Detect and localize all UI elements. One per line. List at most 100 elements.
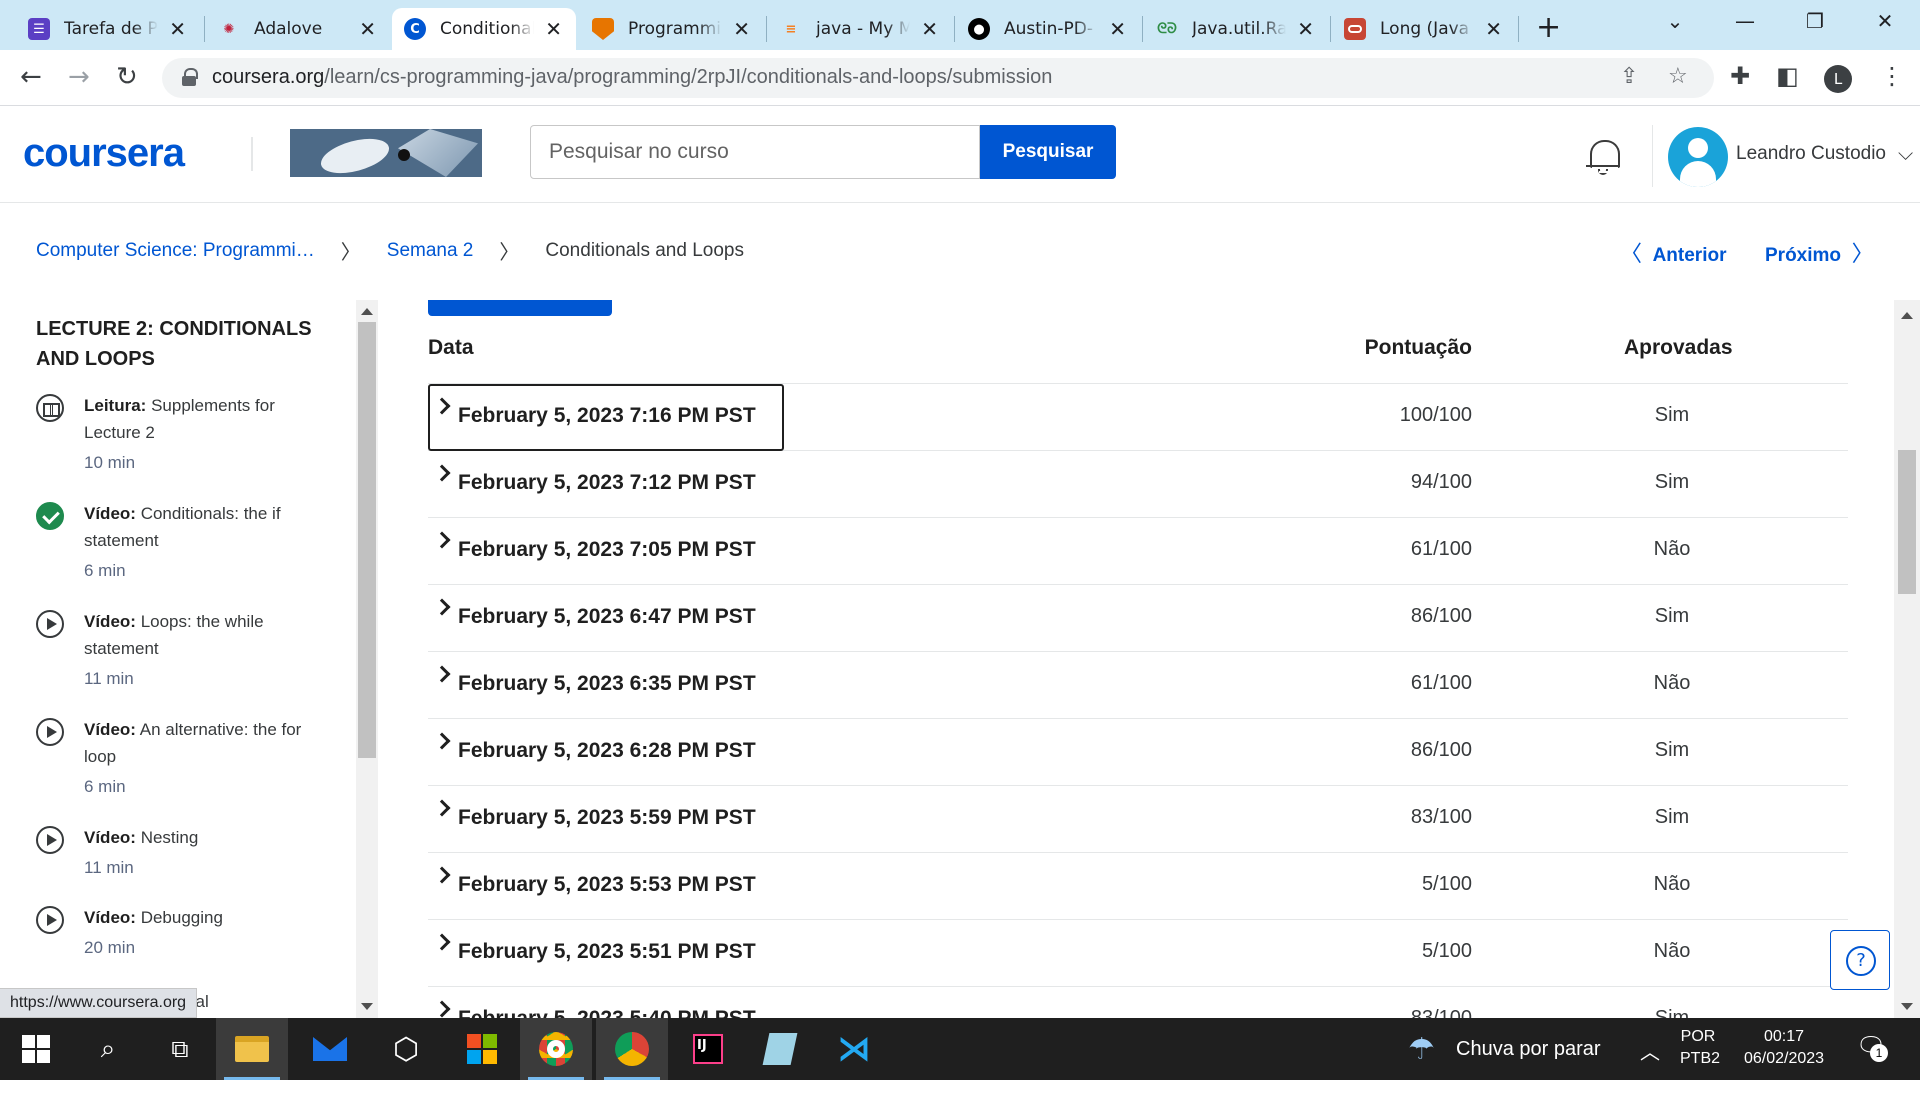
chevron-right-icon[interactable] — [433, 598, 451, 616]
table-row[interactable]: February 5, 2023 5:40 PM PST 83/100 Sim — [428, 987, 1848, 1018]
reload-icon[interactable]: ↻ — [116, 62, 138, 92]
help-button[interactable]: ? — [1830, 930, 1890, 990]
chrome-profile-icon[interactable] — [596, 1018, 668, 1080]
more-menu-icon[interactable]: ⋮ — [1880, 62, 1904, 90]
sidebar-scrollbar[interactable] — [356, 300, 378, 1018]
close-icon[interactable]: ✕ — [1297, 17, 1314, 41]
input-language[interactable]: POR PTB2 — [1680, 1028, 1720, 1090]
chevron-right-icon[interactable] — [433, 665, 451, 683]
mail-icon[interactable] — [294, 1018, 366, 1080]
weather-icon[interactable]: ☂ — [1408, 1032, 1435, 1094]
table-row[interactable]: February 5, 2023 6:47 PM PST 86/100 Sim — [428, 585, 1848, 652]
profile-avatar[interactable]: L — [1824, 65, 1852, 93]
lock-icon[interactable] — [182, 68, 198, 86]
tab-tarefa[interactable]: ☰ Tarefa de Pr ✕ — [16, 8, 200, 50]
back-icon[interactable]: ← — [20, 62, 42, 92]
chevron-right-icon[interactable] — [433, 1000, 451, 1018]
close-icon[interactable]: ✕ — [545, 17, 562, 41]
table-row[interactable]: February 5, 2023 5:51 PM PST 5/100 Não — [428, 920, 1848, 987]
address-bar[interactable]: coursera.org/learn/cs-programming-java/p… — [162, 58, 1714, 98]
search-button[interactable]: Pesquisar — [980, 125, 1116, 179]
user-avatar[interactable] — [1668, 127, 1728, 187]
clock[interactable]: 00:17 06/02/2023 — [1736, 1028, 1832, 1090]
breadcrumb-course-link[interactable]: Computer Science: Programmi… — [36, 240, 315, 262]
submission-date[interactable]: February 5, 2023 5:51 PM PST — [458, 940, 756, 964]
submission-date[interactable]: February 5, 2023 5:59 PM PST — [458, 806, 756, 830]
chevron-right-icon[interactable] — [433, 464, 451, 482]
chevron-right-icon[interactable] — [433, 531, 451, 549]
course-banner-image[interactable] — [290, 129, 482, 177]
table-row[interactable]: February 5, 2023 5:53 PM PST 5/100 Não — [428, 853, 1848, 920]
share-icon[interactable]: ⇪ — [1620, 64, 1638, 89]
submission-date[interactable]: February 5, 2023 5:53 PM PST — [458, 873, 756, 897]
close-icon[interactable]: ✕ — [921, 17, 938, 41]
bookmark-star-icon[interactable]: ☆ — [1668, 64, 1688, 89]
vscode-icon[interactable]: ⋊ — [818, 1018, 890, 1080]
chevron-down-icon[interactable]: ⌵ — [1898, 141, 1913, 165]
tab-oracle[interactable]: Long (Java ✕ — [1332, 8, 1516, 50]
minimize-button[interactable]: — — [1710, 0, 1780, 42]
start-button[interactable] — [0, 1018, 72, 1080]
coursera-icon: C — [404, 18, 426, 40]
close-window-button[interactable]: ✕ — [1850, 0, 1920, 42]
notepad-icon[interactable] — [744, 1018, 816, 1080]
divider — [251, 137, 253, 171]
intellij-icon[interactable]: IJ — [672, 1018, 744, 1080]
close-icon[interactable]: ✕ — [169, 17, 186, 41]
tab-adalove[interactable]: ✺ Adalove ✕ — [206, 8, 390, 50]
tab-github[interactable]: ● Austin-PD- ✕ — [956, 8, 1140, 50]
coursera-logo[interactable]: coursera — [23, 131, 185, 176]
table-row[interactable]: February 5, 2023 7:16 PM PST 100/100 Sim — [428, 384, 1848, 451]
search-input[interactable]: Pesquisar no curso — [530, 125, 980, 179]
tab-geeksforgeeks[interactable]: ᘓᘐ Java.util.Ra ✕ — [1144, 8, 1328, 50]
new-tab-button[interactable]: + — [1536, 10, 1561, 45]
previous-link[interactable]: 〈 Anterior — [1620, 236, 1726, 268]
tab-search-icon[interactable]: ⌄ — [1640, 0, 1710, 42]
next-link[interactable]: Próximo 〉 — [1765, 236, 1874, 268]
extensions-icon[interactable]: ✚ — [1730, 62, 1750, 90]
lecture-sidebar: LECTURE 2: CONDITIONALS AND LOOPS Leitur… — [0, 300, 380, 1018]
microsoft-store-icon[interactable] — [446, 1018, 518, 1080]
submission-date[interactable]: February 5, 2023 7:16 PM PST — [458, 404, 756, 428]
submission-date[interactable]: February 5, 2023 6:35 PM PST — [458, 672, 756, 696]
table-row[interactable]: February 5, 2023 5:59 PM PST 83/100 Sim — [428, 786, 1848, 853]
chevron-right-icon[interactable] — [433, 933, 451, 951]
notification-bell-icon[interactable] — [1585, 137, 1621, 177]
submission-date[interactable]: February 5, 2023 6:28 PM PST — [458, 739, 756, 763]
table-row[interactable]: February 5, 2023 7:05 PM PST 61/100 Não — [428, 518, 1848, 585]
table-row[interactable]: February 5, 2023 6:28 PM PST 86/100 Sim — [428, 719, 1848, 786]
close-icon[interactable]: ✕ — [733, 17, 750, 41]
search-icon[interactable]: ⌕ — [72, 1018, 144, 1080]
table-row[interactable]: February 5, 2023 6:35 PM PST 61/100 Não — [428, 652, 1848, 719]
weather-text[interactable]: Chuva por parar — [1456, 1038, 1601, 1100]
main-scrollbar[interactable] — [1894, 300, 1920, 1018]
close-icon[interactable]: ✕ — [359, 17, 376, 41]
chevron-right-icon[interactable] — [433, 866, 451, 884]
close-icon[interactable]: ✕ — [1485, 17, 1502, 41]
package-icon[interactable]: ⬡ — [370, 1018, 442, 1080]
tab-programming[interactable]: Programmi ✕ — [580, 8, 764, 50]
submission-date[interactable]: February 5, 2023 7:12 PM PST — [458, 471, 756, 495]
tab-stackoverflow[interactable]: ≡ java - My M ✕ — [768, 8, 952, 50]
table-row[interactable]: February 5, 2023 7:12 PM PST 94/100 Sim — [428, 451, 1848, 518]
submission-date[interactable]: February 5, 2023 5:40 PM PST — [458, 1007, 756, 1018]
chevron-up-icon[interactable]: ︿ — [1640, 1036, 1660, 1098]
tab-conditional[interactable]: C Conditional ✕ — [392, 8, 576, 50]
chevron-right-icon[interactable] — [433, 799, 451, 817]
close-icon[interactable]: ✕ — [1109, 17, 1126, 41]
submission-date[interactable]: February 5, 2023 7:05 PM PST — [458, 538, 756, 562]
help-icon: ? — [1846, 946, 1876, 976]
forward-icon[interactable]: → — [68, 62, 90, 92]
chrome-icon[interactable] — [520, 1018, 592, 1080]
windows-icon — [22, 1035, 50, 1063]
side-panel-icon[interactable]: ◧ — [1776, 62, 1799, 90]
restore-button[interactable]: ❐ — [1780, 0, 1850, 42]
notification-center-icon[interactable]: 🗨1 — [1856, 1032, 1888, 1094]
task-view-icon[interactable]: ⧉ — [144, 1018, 216, 1080]
chevron-right-icon[interactable] — [433, 732, 451, 750]
user-name[interactable]: Leandro Custodio — [1736, 143, 1886, 165]
submit-button-edge[interactable] — [428, 300, 612, 316]
submission-date[interactable]: February 5, 2023 6:47 PM PST — [458, 605, 756, 629]
file-explorer-icon[interactable] — [216, 1018, 288, 1080]
breadcrumb-week-link[interactable]: Semana 2 — [387, 240, 474, 262]
